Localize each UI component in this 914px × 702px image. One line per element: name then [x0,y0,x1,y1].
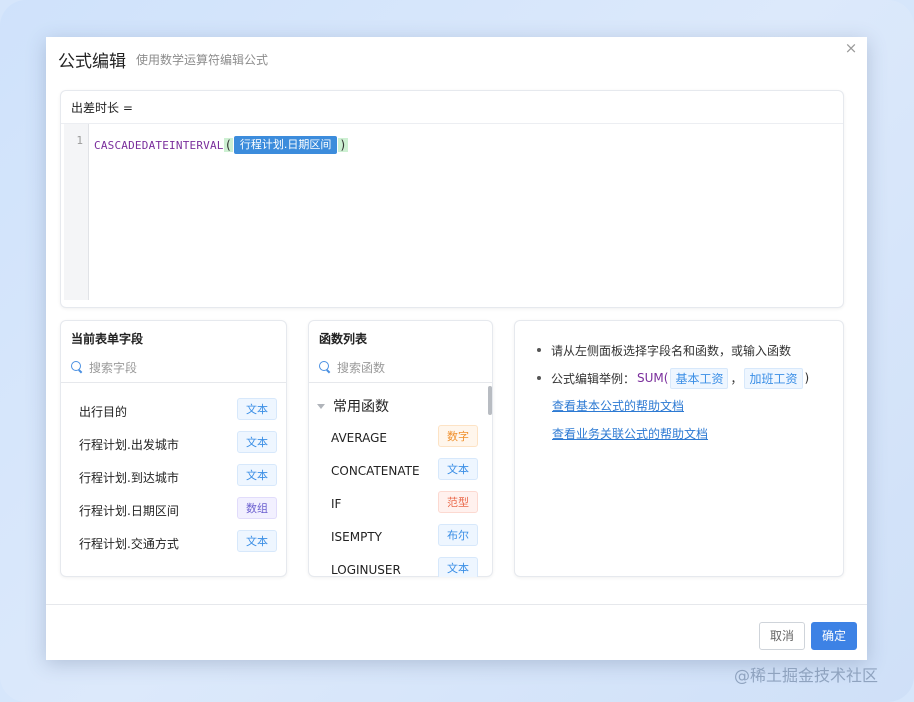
bullet-icon [537,376,541,380]
function-type-badge: 范型 [438,491,478,513]
field-name: 行程计划.到达城市 [79,471,179,485]
dialog-header: 公式编辑 使用数学运算符编辑公式 × [46,37,867,87]
formula-function-name: CASCADEDATEINTERVAL [94,138,224,152]
search-icon [319,361,331,373]
formula-field-token[interactable]: 行程计划.日期区间 [233,136,338,154]
function-name: IF [331,497,342,511]
function-search-input[interactable]: 搜索函数 [319,358,385,376]
watermark: @稀土掘金技术社区 [734,666,879,685]
open-paren: ( [223,138,233,152]
function-list-item[interactable]: ISEMPTY 布尔 [309,521,493,554]
example-arg-1: 基本工资 [670,367,729,389]
field-type-badge: 文本 [237,530,277,552]
scrollbar-thumb[interactable] [488,386,492,415]
example-function: SUM( [637,371,669,385]
function-name: ISEMPTY [331,530,382,544]
field-list: 出行目的 文本 行程计划.出发城市 文本 行程计划.到达城市 文本 行程计划.日… [61,395,286,560]
help-example: 公式编辑举例： SUM( 基本工资 ， 加班工资 ) [537,364,809,392]
example-arg-2: 加班工资 [744,367,803,389]
field-list-item[interactable]: 行程计划.交通方式 文本 [61,527,286,560]
confirm-button[interactable]: 确定 [811,622,858,650]
function-list-item[interactable]: IF 范型 [309,488,493,521]
field-name: 行程计划.交通方式 [79,537,179,551]
field-list-item[interactable]: 行程计划.出发城市 文本 [61,428,286,461]
bullet-icon [537,348,541,352]
formula-editor[interactable]: 出差时长 = 1 CASCADEDATEINTERVAL ( 行程计划.日期区间… [60,90,844,308]
function-group-label: 常用函数 [333,399,389,415]
field-type-badge: 数组 [237,497,277,519]
field-name: 行程计划.出发城市 [79,438,179,452]
caret-down-icon [317,403,325,409]
function-search-placeholder: 搜索函数 [337,360,386,375]
form-fields-panel: 当前表单字段 搜索字段 出行目的 文本 行程计划.出发城市 文本 行程计划.到达… [60,320,287,577]
example-close: ) [804,371,810,385]
function-group-header[interactable]: 常用函数 [317,396,389,416]
field-search-placeholder: 搜索字段 [89,360,138,375]
field-type-badge: 文本 [237,431,277,453]
field-type-badge: 文本 [237,464,277,486]
formula-target-label: 出差时长 = [71,101,133,115]
fields-panel-title: 当前表单字段 [71,332,144,346]
footer-divider [46,604,867,605]
example-prefix: 公式编辑举例： [551,371,636,386]
function-type-badge: 布尔 [438,524,478,546]
function-name: AVERAGE [331,431,387,445]
basic-formula-help-link[interactable]: 查看基本公式的帮助文档 [552,397,684,414]
function-type-badge: 数字 [438,425,478,447]
line-number: 1 [76,134,83,147]
search-divider [61,382,286,383]
business-formula-help-link[interactable]: 查看业务关联公式的帮助文档 [552,425,708,442]
dialog-title: 公式编辑 [58,52,126,72]
dialog-subtitle: 使用数学运算符编辑公式 [136,53,269,67]
search-icon [71,361,83,373]
function-list-item[interactable]: AVERAGE 数字 [309,422,493,455]
field-name: 行程计划.日期区间 [79,504,179,518]
function-type-badge: 文本 [438,557,478,577]
function-list-panel: 函数列表 搜索函数 常用函数 AVERAGE 数字 CONCATENATE 文本… [308,320,493,577]
function-list[interactable]: 常用函数 AVERAGE 数字 CONCATENATE 文本 IF 范型 ISE… [309,383,493,577]
function-type-badge: 文本 [438,458,478,480]
formula-editor-dialog: 公式编辑 使用数学运算符编辑公式 × 出差时长 = 1 CASCADEDATEI… [46,37,867,660]
field-list-item[interactable]: 行程计划.日期区间 数组 [61,494,286,527]
code-line[interactable]: CASCADEDATEINTERVAL ( 行程计划.日期区间 ) [94,135,348,155]
help-list: 请从左侧面板选择字段名和函数，或输入函数 公式编辑举例： SUM( 基本工资 ，… [537,336,809,392]
example-separator: ， [730,371,743,386]
field-list-item[interactable]: 出行目的 文本 [61,395,286,428]
cancel-button[interactable]: 取消 [759,622,806,650]
line-number-gutter: 1 [64,124,89,300]
function-name: LOGINUSER [331,563,401,577]
close-paren: ) [338,138,348,152]
function-name: CONCATENATE [331,464,420,478]
field-list-item[interactable]: 行程计划.到达城市 文本 [61,461,286,494]
field-type-badge: 文本 [237,398,277,420]
field-name: 出行目的 [79,405,128,419]
help-panel: 请从左侧面板选择字段名和函数，或输入函数 公式编辑举例： SUM( 基本工资 ，… [514,320,844,577]
functions-panel-title: 函数列表 [319,332,368,346]
field-search-input[interactable]: 搜索字段 [71,358,137,376]
close-icon[interactable]: × [843,40,859,56]
help-tip: 请从左侧面板选择字段名和函数，或输入函数 [537,336,809,364]
function-list-item[interactable]: LOGINUSER 文本 [309,554,493,577]
function-list-item[interactable]: CONCATENATE 文本 [309,455,493,488]
editor-divider [61,123,843,124]
help-tip-text: 请从左侧面板选择字段名和函数，或输入函数 [551,343,792,358]
